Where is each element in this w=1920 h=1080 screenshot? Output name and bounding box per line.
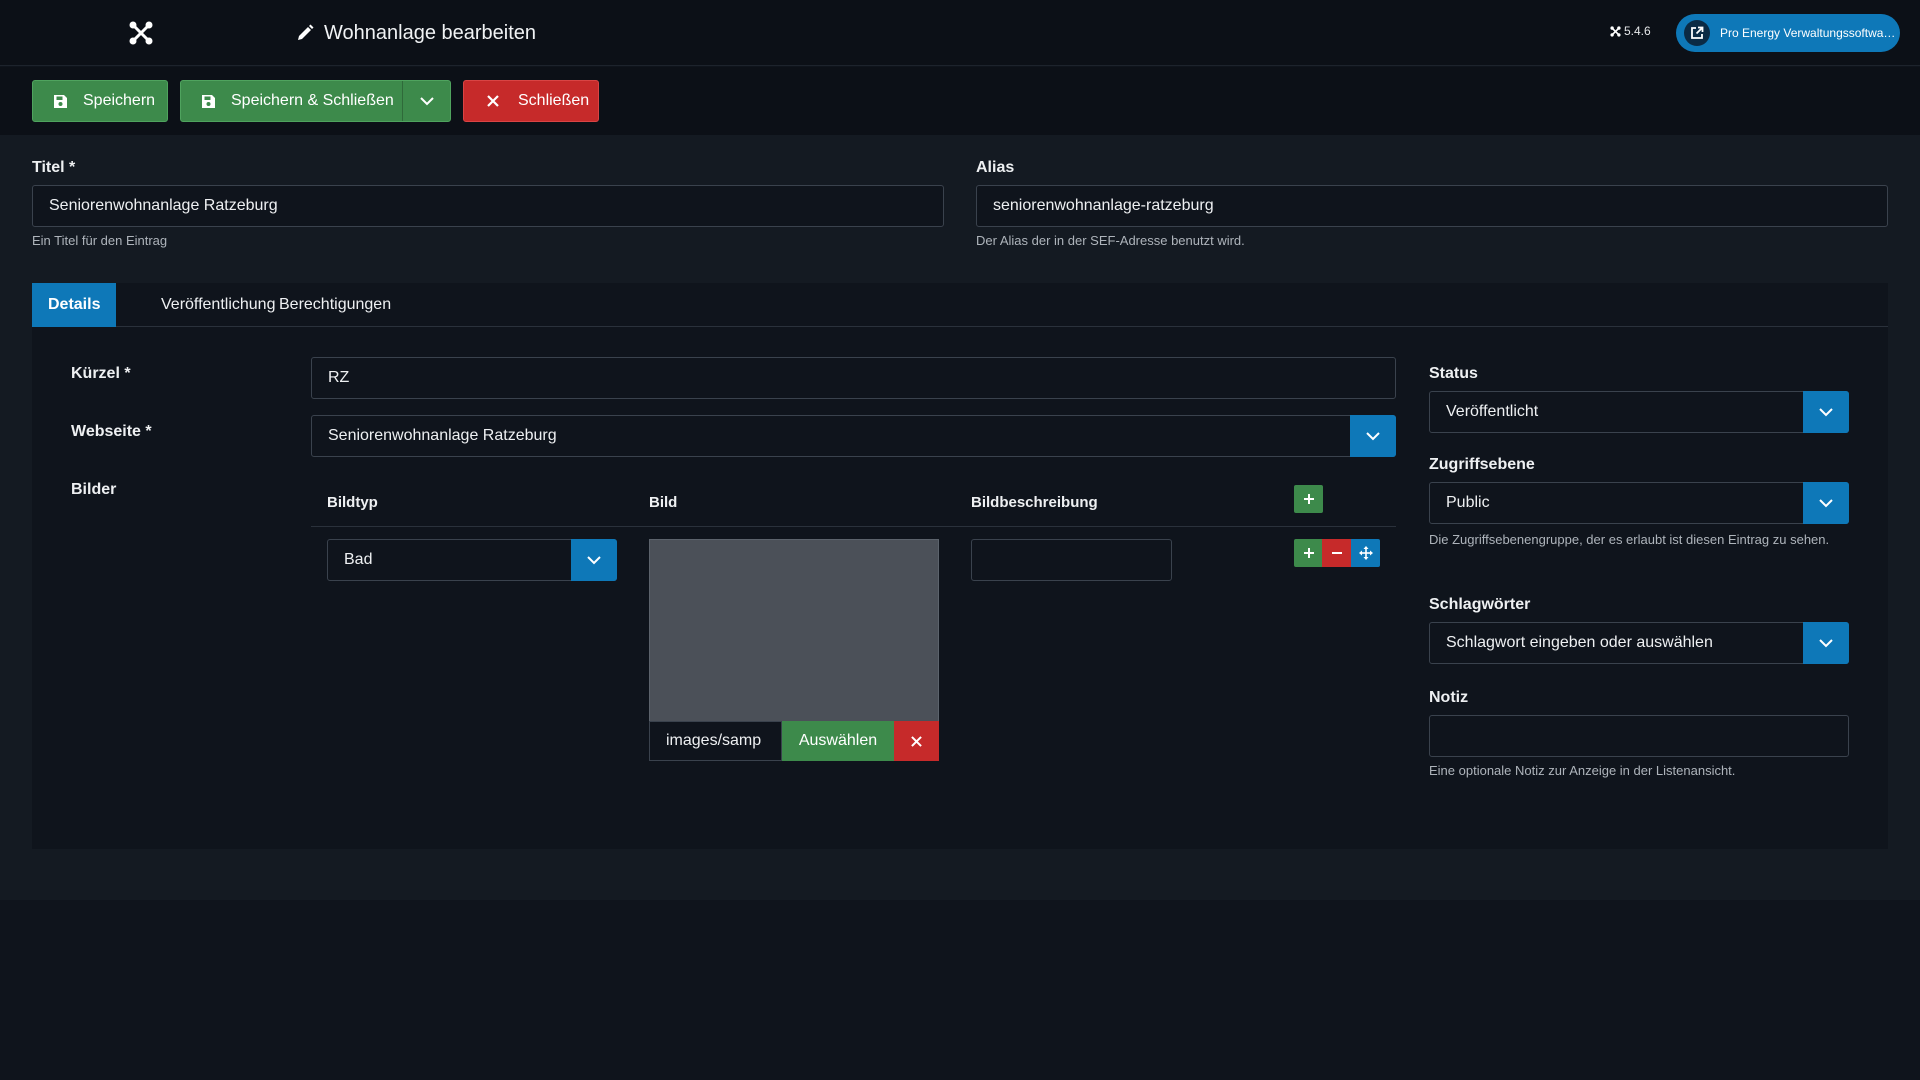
bildbeschreibung-input[interactable] xyxy=(971,539,1172,581)
version-badge: 5.4.6 xyxy=(1610,24,1651,38)
alias-input[interactable]: seniorenwohnanlage-ratzeburg xyxy=(976,185,1888,227)
kuerzel-label: Kürzel * xyxy=(71,365,131,382)
close-button[interactable]: Schließen xyxy=(463,80,599,122)
chevron-down-icon xyxy=(419,96,434,105)
pencil-icon xyxy=(298,24,314,40)
version-text: 5.4.6 xyxy=(1624,24,1651,38)
minus-icon xyxy=(1331,552,1342,554)
tab-bar: Details Veröffentlichung Berechtigungen xyxy=(32,283,1888,327)
media-field: images/samp Auswählen xyxy=(649,721,939,761)
alias-value: seniorenwohnanlage-ratzeburg xyxy=(993,197,1214,214)
view-site-button[interactable]: Pro Energy Verwaltungssoftwa… xyxy=(1676,14,1900,52)
bildtyp-header: Bildtyp xyxy=(327,494,378,511)
note-label: Notiz xyxy=(1429,689,1469,706)
chevron-down-icon xyxy=(587,555,601,564)
webseite-label: Webseite * xyxy=(71,423,152,440)
tags-dropdown-toggle[interactable] xyxy=(1803,622,1849,664)
bildtyp-dropdown-toggle[interactable] xyxy=(571,539,617,581)
close-label: Schließen xyxy=(518,92,590,109)
move-icon xyxy=(1358,546,1373,560)
plus-icon xyxy=(1303,494,1314,504)
kuerzel-input[interactable]: RZ xyxy=(311,357,1396,399)
chevron-down-icon xyxy=(1819,407,1833,416)
joomla-logo-icon[interactable] xyxy=(128,20,154,46)
access-value: Public xyxy=(1446,494,1490,511)
close-icon xyxy=(484,92,502,110)
note-input[interactable] xyxy=(1429,715,1849,757)
image-path-value: images/samp xyxy=(666,732,762,749)
webseite-value: Seniorenwohnanlage Ratzeburg xyxy=(328,427,557,444)
status-label: Status xyxy=(1429,365,1478,382)
view-site-label: Pro Energy Verwaltungssoftwa… xyxy=(1720,26,1896,40)
save-close-button[interactable]: Speichern & Schließen xyxy=(180,80,451,122)
note-hint: Eine optionale Notiz zur Anzeige in der … xyxy=(1429,763,1736,778)
chevron-down-icon xyxy=(1819,498,1833,507)
toolbar: Speichern Speichern & Schließen Schließe… xyxy=(0,67,1920,135)
save-icon xyxy=(199,92,217,110)
move-row-handle[interactable] xyxy=(1351,539,1380,567)
page-title: Wohnanlage bearbeiten xyxy=(296,18,536,48)
save-close-label: Speichern & Schließen xyxy=(231,92,394,109)
chevron-down-icon xyxy=(1366,431,1380,440)
app-header: Wohnanlage bearbeiten 5.4.6 Pro Energy V… xyxy=(0,0,1920,66)
alias-label: Alias xyxy=(976,159,1015,176)
status-value: Veröffentlicht xyxy=(1446,403,1539,420)
add-row-button[interactable] xyxy=(1294,485,1323,513)
page-title-text: Wohnanlage bearbeiten xyxy=(324,21,537,44)
bildbeschreibung-header: Bildbeschreibung xyxy=(971,494,1098,511)
title-label: Titel * xyxy=(32,159,76,176)
title-value: Seniorenwohnanlage Ratzeburg xyxy=(49,197,278,214)
subform-divider xyxy=(311,526,1396,527)
alias-hint: Der Alias der in der SEF-Adresse benutzt… xyxy=(976,233,1245,248)
status-select[interactable]: Veröffentlicht xyxy=(1429,391,1849,433)
add-row-after-button[interactable] xyxy=(1294,539,1323,567)
save-button[interactable]: Speichern xyxy=(32,80,168,122)
access-dropdown-toggle[interactable] xyxy=(1803,482,1849,524)
chevron-down-icon xyxy=(1819,638,1833,647)
webseite-select[interactable]: Seniorenwohnanlage Ratzeburg xyxy=(311,415,1396,457)
kuerzel-value: RZ xyxy=(328,369,350,386)
external-link-icon xyxy=(1684,20,1710,46)
save-icon xyxy=(51,92,69,110)
tags-placeholder: Schlagwort eingeben oder auswählen xyxy=(1446,634,1713,651)
image-preview xyxy=(649,539,939,721)
tags-select[interactable]: Schlagwort eingeben oder auswählen xyxy=(1429,622,1849,664)
select-image-button[interactable]: Auswählen xyxy=(782,721,894,761)
tags-label: Schlagwörter xyxy=(1429,596,1531,613)
access-label: Zugriffsebene xyxy=(1429,456,1535,473)
title-hint: Ein Titel für den Eintrag xyxy=(32,233,168,248)
bild-header: Bild xyxy=(649,494,678,511)
select-image-label: Auswählen xyxy=(798,732,878,749)
save-options-toggle[interactable] xyxy=(402,81,450,121)
plus-icon xyxy=(1303,548,1314,558)
title-input[interactable]: Seniorenwohnanlage Ratzeburg xyxy=(32,185,944,227)
access-hint: Die Zugriffsebenengruppe, der es erlaubt… xyxy=(1429,532,1830,547)
bilder-label: Bilder xyxy=(71,481,117,498)
close-icon xyxy=(911,735,922,747)
tab-permissions[interactable]: Berechtigungen xyxy=(263,283,407,327)
image-path-input[interactable]: images/samp xyxy=(649,721,782,761)
access-select[interactable]: Public xyxy=(1429,482,1849,524)
status-dropdown-toggle[interactable] xyxy=(1803,391,1849,433)
save-label: Speichern xyxy=(83,92,156,109)
remove-row-button[interactable] xyxy=(1322,539,1351,567)
clear-image-button[interactable] xyxy=(894,721,939,761)
webseite-dropdown-toggle[interactable] xyxy=(1350,415,1396,457)
bildtyp-select[interactable]: Bad xyxy=(327,539,617,581)
tab-details[interactable]: Details xyxy=(32,283,117,327)
joomla-small-icon xyxy=(1610,25,1621,37)
bildtyp-value: Bad xyxy=(344,551,373,568)
